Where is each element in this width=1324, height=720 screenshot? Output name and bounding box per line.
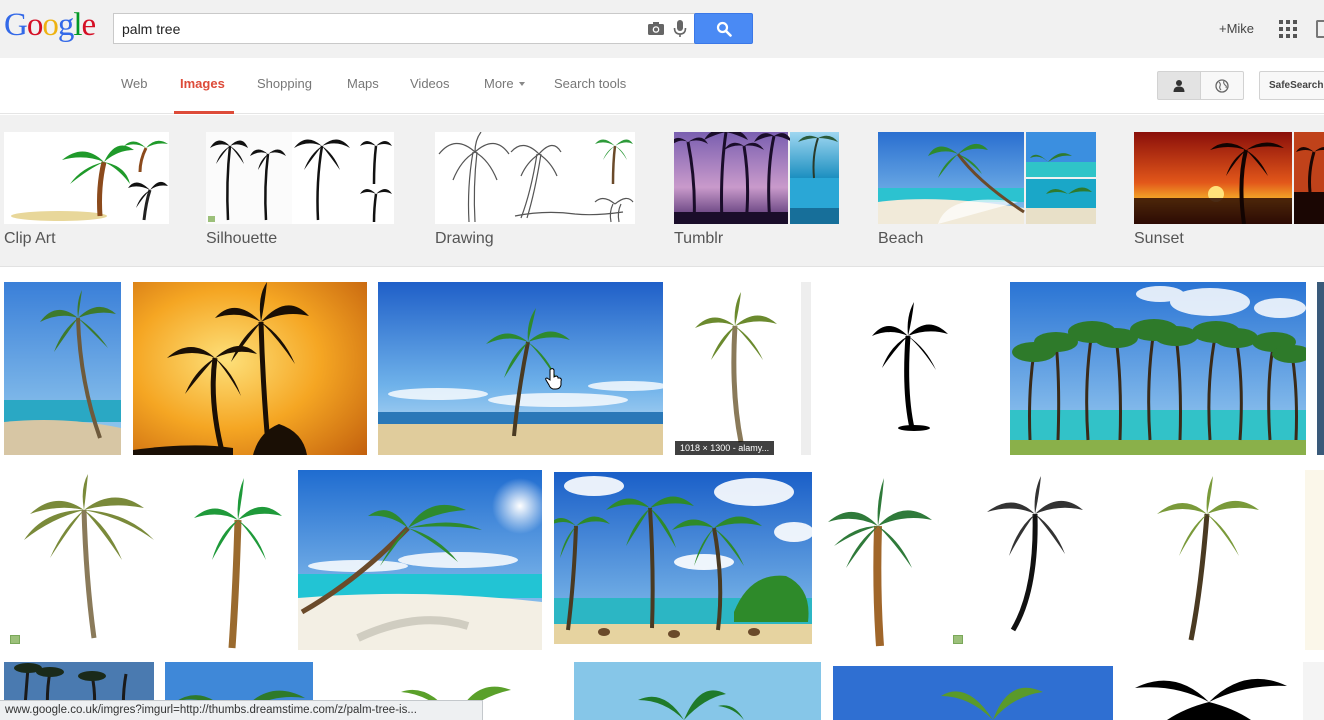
tab-videos[interactable]: Videos (410, 76, 450, 91)
tab-web[interactable]: Web (121, 76, 148, 91)
logo-letter: g (57, 7, 74, 43)
logo-letter: o (42, 7, 58, 43)
tab-more-label: More (484, 76, 514, 91)
related-label: Silhouette (206, 230, 278, 247)
related-thumb (4, 132, 169, 224)
person-icon (1173, 80, 1185, 92)
google-logo[interactable]: Google (4, 7, 97, 43)
image-result[interactable] (833, 666, 1113, 720)
image-result[interactable] (1317, 282, 1324, 455)
image-result[interactable] (824, 282, 999, 455)
chevron-down-icon (518, 82, 525, 86)
image-result[interactable] (1129, 470, 1293, 650)
watermark-badge (10, 635, 20, 644)
logo-letter: o (26, 7, 43, 43)
image-result[interactable] (378, 282, 663, 455)
tab-search-tools[interactable]: Search tools (554, 76, 626, 91)
image-result[interactable] (824, 470, 936, 650)
search-button[interactable] (694, 13, 753, 44)
image-size-caption: 1018 × 1300 - alamy... (675, 441, 775, 455)
global-results-button[interactable] (1200, 71, 1244, 100)
safesearch-button[interactable]: SafeSearch (1259, 71, 1324, 100)
tab-more[interactable]: More (484, 76, 525, 91)
related-label: Tumblr (674, 230, 724, 247)
status-bar-url: www.google.co.uk/imgres?imgurl=http://th… (0, 700, 483, 720)
notifications-icon[interactable] (1316, 20, 1324, 38)
hand-cursor-icon (545, 368, 562, 390)
tab-images-underline (174, 111, 234, 114)
image-result[interactable] (133, 282, 367, 455)
camera-icon[interactable] (646, 20, 666, 38)
logo-letter: G (4, 7, 28, 43)
related-label: Drawing (435, 230, 494, 247)
related-chip-silhouette[interactable]: Silhouette (206, 132, 394, 260)
search-box (113, 13, 696, 44)
image-result[interactable] (4, 470, 174, 650)
related-chip-sunset[interactable]: Sunset (1134, 132, 1324, 260)
image-result[interactable] (1125, 662, 1291, 720)
search-icon (716, 21, 732, 37)
related-chip-clip-art[interactable]: Clip Art (4, 132, 169, 260)
watermark-badge (953, 635, 963, 644)
image-result[interactable] (186, 470, 286, 650)
image-result[interactable] (1305, 470, 1324, 650)
top-bar: Google +Mike (0, 0, 1324, 58)
search-input[interactable] (122, 19, 622, 39)
tab-maps[interactable]: Maps (347, 76, 379, 91)
related-label: Sunset (1134, 230, 1184, 247)
logo-letter: l (73, 7, 82, 43)
related-thumb (435, 132, 635, 224)
image-result[interactable] (298, 470, 542, 650)
image-result[interactable]: 1018 × 1300 - alamy... (675, 282, 811, 455)
search-tabs: Web Images Shopping Maps Videos More Sea… (0, 58, 1324, 114)
image-result[interactable] (574, 662, 821, 720)
user-link[interactable]: +Mike (1219, 21, 1254, 36)
related-label: Clip Art (4, 230, 56, 247)
personal-results-button[interactable] (1157, 71, 1201, 100)
tab-images[interactable]: Images (180, 76, 225, 91)
related-thumb (206, 132, 394, 224)
related-chip-drawing[interactable]: Drawing (435, 132, 635, 260)
related-thumb (674, 132, 839, 224)
results-scope-toggle (1157, 71, 1244, 100)
image-result[interactable] (1303, 662, 1324, 720)
tab-shopping[interactable]: Shopping (257, 76, 312, 91)
image-result[interactable] (947, 470, 1117, 650)
related-chip-tumblr[interactable]: Tumblr (674, 132, 839, 260)
image-result[interactable] (4, 282, 121, 455)
apps-grid-icon[interactable] (1279, 20, 1297, 38)
related-thumb (1134, 132, 1324, 224)
related-thumb (878, 132, 1096, 224)
microphone-icon[interactable] (672, 19, 688, 39)
related-chip-beach[interactable]: Beach (878, 132, 1096, 260)
image-result[interactable] (554, 472, 812, 644)
image-result[interactable] (1010, 282, 1306, 455)
logo-letter: e (81, 7, 97, 43)
related-label: Beach (878, 230, 924, 247)
related-searches: Clip Art Silhouette Drawing Tumblr Beach… (0, 115, 1324, 267)
globe-icon (1215, 79, 1229, 93)
